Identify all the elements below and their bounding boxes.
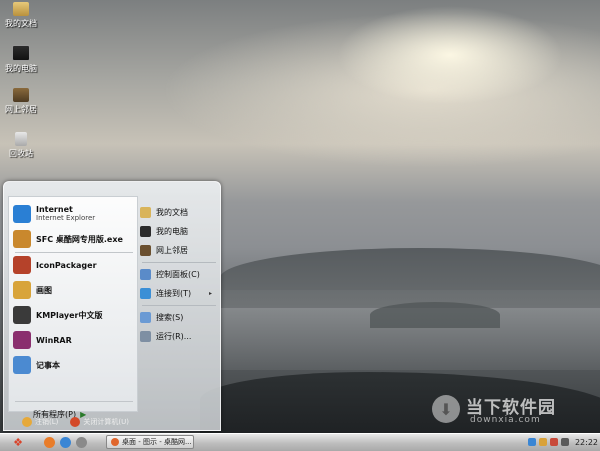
- desktop-icon-recycle-bin[interactable]: 回收站: [4, 132, 38, 159]
- program-label: WinRAR: [36, 335, 72, 345]
- download-arrow-icon: ⬇: [432, 395, 460, 423]
- place-network-places[interactable]: 网上邻居: [140, 242, 216, 258]
- antivirus-tray-icon[interactable]: [549, 438, 558, 446]
- program-paint[interactable]: 画图: [13, 279, 135, 301]
- start-menu-footer: 注销(L) 关闭计算机(U): [4, 413, 220, 430]
- window-app-icon: [111, 438, 119, 446]
- logoff-button[interactable]: 注销(L): [22, 416, 59, 427]
- place-run[interactable]: 运行(R)...: [140, 328, 216, 344]
- desktop-icon-my-computer[interactable]: 我的电脑: [4, 45, 38, 74]
- taskbar-window-button[interactable]: 桌面 - 图示 - 桌酷网...: [106, 435, 194, 449]
- paint-icon: [13, 281, 31, 299]
- windows-logo-icon: ❖: [13, 436, 23, 449]
- place-search[interactable]: 搜索(S): [140, 309, 216, 325]
- place-control-panel[interactable]: 控制面板(C): [140, 266, 216, 282]
- program-label: Internet: [36, 205, 73, 214]
- program-label: 画图: [36, 285, 52, 295]
- my-documents-icon: [13, 2, 29, 16]
- my-computer-icon: [140, 225, 151, 237]
- winrar-icon: [13, 331, 31, 349]
- program-label: IconPackager: [36, 260, 97, 270]
- start-menu-programs-pane: Internet Internet Explorer SFC 桌酷网专用版.exe…: [8, 196, 138, 419]
- system-tray: 22:22: [527, 435, 598, 449]
- power-icon: [70, 416, 81, 427]
- program-winrar[interactable]: WinRAR: [13, 329, 135, 351]
- desktop-icon-label: 我的文档: [5, 19, 37, 28]
- notepad-icon: [13, 356, 31, 374]
- taskbar: ❖ 桌面 - 图示 - 桌酷网... 22:22: [0, 433, 600, 451]
- program-sfc[interactable]: SFC 桌酷网专用版.exe: [13, 228, 135, 250]
- distant-hills: [220, 248, 600, 308]
- clock[interactable]: 22:22: [575, 438, 598, 447]
- search-icon: [140, 311, 151, 323]
- program-internet-explorer[interactable]: Internet Internet Explorer: [13, 203, 135, 225]
- place-my-computer[interactable]: 我的电脑: [140, 223, 216, 239]
- connect-to-icon: [140, 287, 151, 299]
- logoff-icon: [22, 416, 32, 427]
- recycle-bin-icon: [15, 132, 27, 146]
- sfc-app-icon: [13, 230, 31, 248]
- start-menu: Internet Internet Explorer SFC 桌酷网专用版.exe…: [3, 181, 221, 431]
- small-hill: [370, 302, 500, 328]
- desktop-icon-label: 回收站: [9, 149, 33, 158]
- iconpackager-icon: [13, 256, 31, 274]
- user-tray-icon[interactable]: [538, 438, 547, 446]
- shutdown-label: 关闭计算机(U): [83, 417, 129, 426]
- quicklaunch-ie-icon[interactable]: [60, 437, 71, 448]
- desktop-icon-my-documents[interactable]: 我的文档: [4, 2, 38, 29]
- submenu-arrow-icon: ▸: [208, 289, 212, 297]
- place-my-documents[interactable]: 我的文档: [140, 204, 216, 220]
- divider: [142, 262, 216, 263]
- network-places-icon: [13, 88, 29, 102]
- program-notepad[interactable]: 记事本: [13, 354, 135, 376]
- network-places-icon: [140, 244, 151, 256]
- logoff-label: 注销(L): [35, 417, 59, 426]
- volume-tray-icon[interactable]: [560, 438, 569, 446]
- my-documents-icon: [140, 206, 151, 218]
- control-panel-icon: [140, 268, 151, 280]
- my-computer-icon: [12, 45, 30, 61]
- run-icon: [140, 330, 151, 342]
- quicklaunch-desktop-icon[interactable]: [76, 437, 87, 448]
- divider: [15, 401, 133, 402]
- place-label: 我的电脑: [156, 226, 188, 236]
- taskbar-window-label: 桌面 - 图示 - 桌酷网...: [122, 438, 192, 446]
- place-label: 运行(R)...: [156, 331, 192, 341]
- place-connect-to[interactable]: 连接到(T) ▸: [140, 285, 216, 301]
- divider: [15, 252, 133, 253]
- quicklaunch-browser-icon[interactable]: [44, 437, 55, 448]
- program-label: SFC 桌酷网专用版.exe: [36, 234, 123, 244]
- place-label: 搜索(S): [156, 312, 184, 322]
- start-button[interactable]: ❖: [4, 435, 32, 450]
- divider: [142, 305, 216, 306]
- kmplayer-icon: [13, 306, 31, 324]
- network-tray-icon[interactable]: [527, 438, 536, 446]
- desktop-icon-network-places[interactable]: 网上邻居: [4, 88, 38, 115]
- place-label: 连接到(T): [156, 288, 192, 298]
- program-kmplayer[interactable]: KMPlayer中文版: [13, 304, 135, 326]
- desktop-icon-label: 网上邻居: [5, 105, 37, 114]
- place-label: 网上邻居: [156, 245, 188, 255]
- shutdown-button[interactable]: 关闭计算机(U): [70, 416, 129, 427]
- program-sublabel: Internet Explorer: [36, 214, 96, 222]
- watermark: ⬇ 当下软件园 downxia.com: [432, 393, 597, 429]
- place-label: 控制面板(C): [156, 269, 200, 279]
- program-label: KMPlayer中文版: [36, 310, 103, 320]
- internet-explorer-icon: [13, 205, 31, 223]
- watermark-url: downxia.com: [470, 415, 541, 425]
- program-label: 记事本: [36, 360, 60, 370]
- desktop-icon-label: 我的电脑: [5, 64, 37, 73]
- program-iconpackager[interactable]: IconPackager: [13, 254, 135, 276]
- place-label: 我的文档: [156, 207, 188, 217]
